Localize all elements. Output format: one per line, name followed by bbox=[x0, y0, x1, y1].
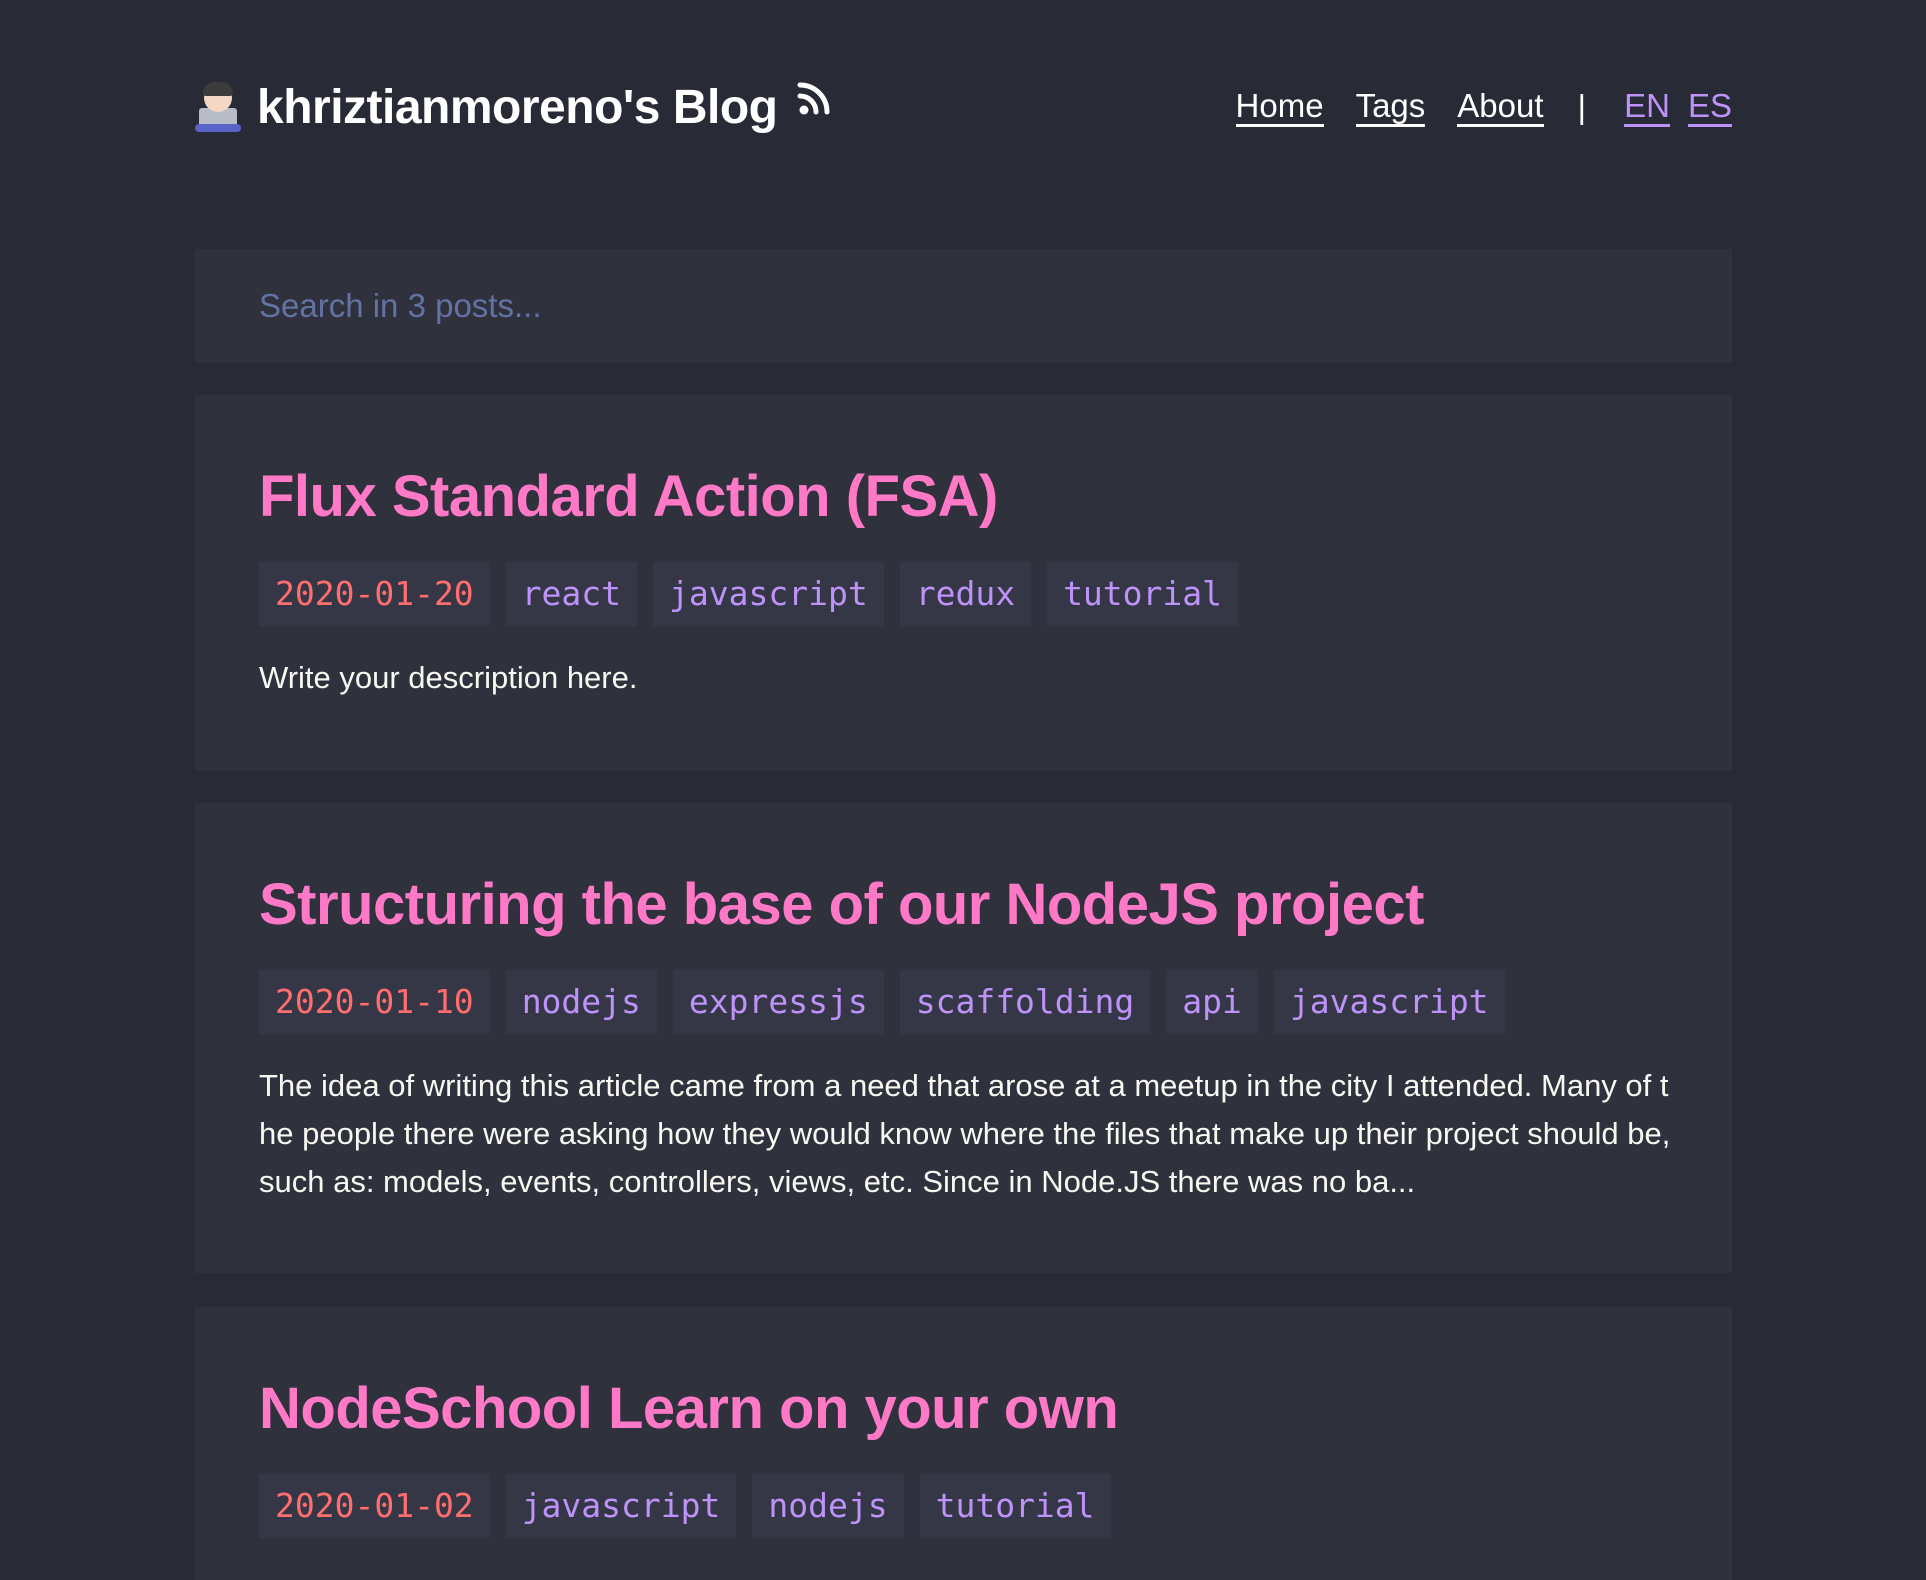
post-date: 2020-01-10 bbox=[259, 970, 490, 1034]
nav-separator: | bbox=[1577, 88, 1587, 125]
tag-chip[interactable]: scaffolding bbox=[899, 970, 1151, 1034]
tag-chip[interactable]: javascript bbox=[505, 1474, 737, 1538]
tag-chip[interactable]: api bbox=[1166, 970, 1258, 1034]
tag-chip[interactable]: nodejs bbox=[505, 970, 657, 1034]
post-title[interactable]: Structuring the base of our NodeJS proje… bbox=[259, 871, 1424, 938]
tag-chip[interactable]: react bbox=[505, 562, 638, 626]
post-meta: 2020-01-02 javascript nodejs tutorial bbox=[259, 1474, 1127, 1538]
tag-chip[interactable]: tutorial bbox=[919, 1474, 1111, 1538]
search-box bbox=[195, 249, 1732, 362]
post-meta: 2020-01-20 react javascript redux tutori… bbox=[259, 562, 1254, 626]
post-description: Write your description here. bbox=[259, 660, 638, 695]
post-card: Structuring the base of our NodeJS proje… bbox=[195, 803, 1732, 1273]
site-header: khriztianmoreno's Blog Home Tags About |… bbox=[195, 72, 1732, 142]
post-date: 2020-01-02 bbox=[259, 1474, 490, 1538]
post-title[interactable]: Flux Standard Action (FSA) bbox=[259, 463, 998, 530]
post-meta: 2020-01-10 nodejs expressjs scaffolding … bbox=[259, 970, 1521, 1034]
nav-home-link[interactable]: Home bbox=[1235, 87, 1324, 127]
brand[interactable]: khriztianmoreno's Blog bbox=[195, 72, 833, 142]
lang-en-link[interactable]: EN bbox=[1624, 87, 1670, 127]
nav-tags-link[interactable]: Tags bbox=[1355, 87, 1426, 127]
post-description: The idea of writing this article came fr… bbox=[259, 1068, 1671, 1199]
search-input[interactable] bbox=[259, 249, 1659, 362]
technologist-emoji-icon bbox=[195, 82, 241, 132]
tag-chip[interactable]: tutorial bbox=[1047, 562, 1239, 626]
post-card: Flux Standard Action (FSA) 2020-01-20 re… bbox=[195, 395, 1732, 770]
nav-about-link[interactable]: About bbox=[1457, 87, 1544, 127]
tag-chip[interactable]: javascript bbox=[1273, 970, 1505, 1034]
tag-chip[interactable]: expressjs bbox=[672, 970, 884, 1034]
main-nav: Home Tags About | EN ES bbox=[1204, 72, 1732, 142]
post-date: 2020-01-20 bbox=[259, 562, 490, 626]
rss-icon[interactable] bbox=[797, 80, 833, 120]
post-card: NodeSchool Learn on your own 2020-01-02 … bbox=[195, 1307, 1732, 1580]
site-title[interactable]: khriztianmoreno's Blog bbox=[257, 80, 778, 135]
tag-chip[interactable]: redux bbox=[899, 562, 1032, 626]
lang-es-link[interactable]: ES bbox=[1687, 87, 1732, 127]
tag-chip[interactable]: nodejs bbox=[752, 1474, 904, 1538]
post-title[interactable]: NodeSchool Learn on your own bbox=[259, 1375, 1119, 1442]
tag-chip[interactable]: javascript bbox=[653, 562, 884, 626]
